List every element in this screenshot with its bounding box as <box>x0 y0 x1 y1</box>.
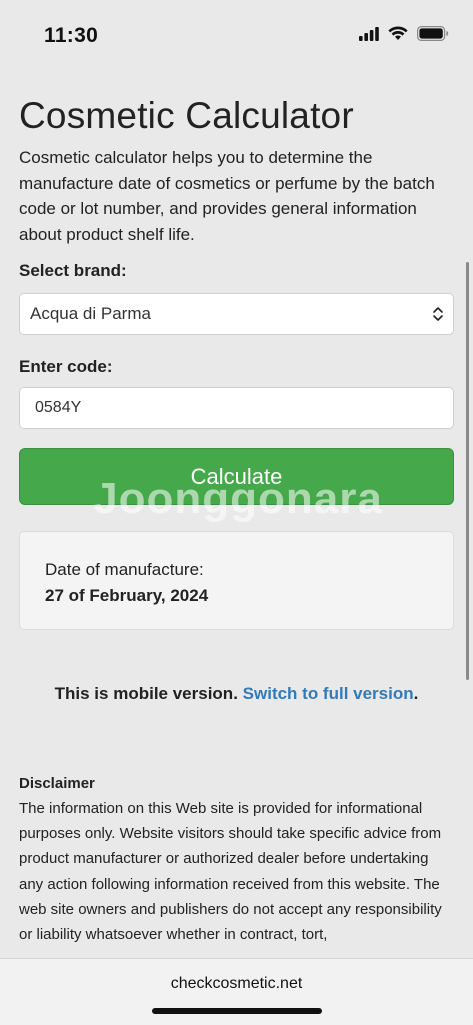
status-icons <box>359 26 449 46</box>
brand-select[interactable]: Acqua di Parma <box>19 293 454 335</box>
brand-label: Select brand: <box>19 261 127 280</box>
code-input[interactable]: 0584Y <box>19 387 454 429</box>
cellular-signal-icon <box>359 26 379 46</box>
calculate-button[interactable]: Calculate <box>19 448 454 505</box>
status-bar: 11:30 <box>0 0 473 76</box>
battery-icon <box>417 26 449 46</box>
status-time: 11:30 <box>44 24 99 47</box>
mobile-version-note: This is mobile version. Switch to full v… <box>19 684 454 704</box>
disclaimer-title: Disclaimer <box>19 775 95 792</box>
mobile-note-suffix: . <box>413 684 419 703</box>
home-indicator[interactable] <box>152 1008 322 1014</box>
browser-bottom-bar: checkcosmetic.net <box>0 958 473 1025</box>
mobile-note-text: This is mobile version. <box>54 684 238 703</box>
browser-domain[interactable]: checkcosmetic.net <box>0 975 473 993</box>
code-label: Enter code: <box>19 357 113 376</box>
intro-text: Cosmetic calculator helps you to determi… <box>19 148 435 244</box>
scrollbar[interactable] <box>466 262 469 680</box>
full-version-link[interactable]: Switch to full version <box>243 684 414 703</box>
code-input-value: 0584Y <box>35 399 82 416</box>
calculate-button-label: Calculate <box>190 463 283 489</box>
result-value: 27 of February, 2024 <box>45 586 209 605</box>
result-panel: Date of manufacture: 27 of February, 202… <box>19 531 454 630</box>
select-arrows-icon <box>432 305 444 328</box>
disclaimer-text: The information on this Web site is prov… <box>19 800 442 944</box>
result-label: Date of manufacture: <box>45 560 204 579</box>
main-content: Cosmetic Calculator Cosmetic calculator … <box>19 95 454 947</box>
brand-select-value: Acqua di Parma <box>30 304 151 323</box>
page-title: Cosmetic Calculator <box>19 95 354 136</box>
wifi-icon <box>388 26 408 46</box>
